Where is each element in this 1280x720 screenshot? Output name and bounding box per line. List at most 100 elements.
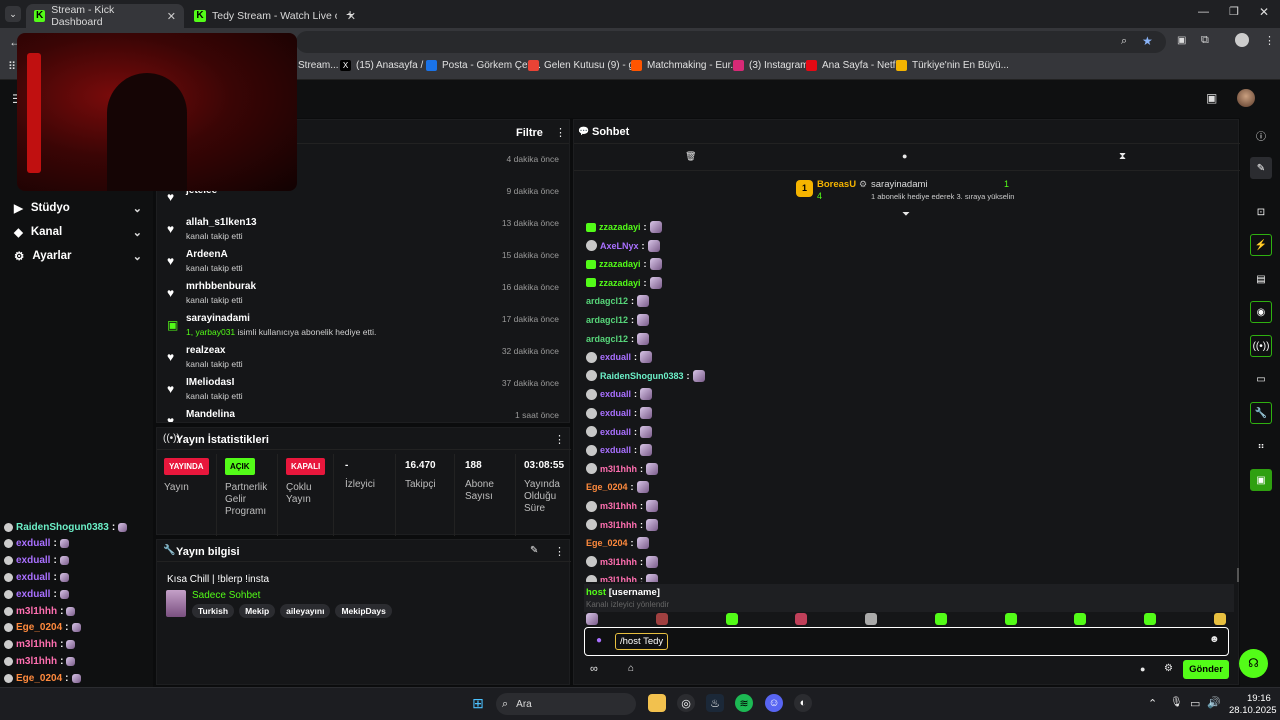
activity-item[interactable]: ♥ allah_s1lken13 kanalı takip etti 13 dakik… — [157, 213, 569, 245]
chat-bubble-icon[interactable]: ● — [902, 151, 907, 161]
lightning-icon[interactable]: ⚡ — [1250, 234, 1272, 256]
emote[interactable] — [934, 613, 947, 625]
chat-input-box[interactable]: ● /host Tedy ☻ — [584, 627, 1229, 656]
new-tab-button[interactable]: + — [346, 6, 354, 22]
volume-icon[interactable]: 🔊 — [1207, 696, 1221, 709]
activity-item[interactable]: ♥ mrhbbenburak kanalı takip etti 16 dakika … — [157, 277, 569, 309]
wrench-icon[interactable]: 🔧 — [1250, 402, 1272, 424]
layers-icon[interactable]: ▭ — [1250, 368, 1272, 390]
activity-item[interactable]: ♥ Mandelina 1 saat önce — [157, 405, 569, 422]
emote[interactable] — [1004, 613, 1017, 625]
star-icon[interactable]: ★ — [1142, 34, 1153, 48]
chrome-icon[interactable]: ◎ — [677, 694, 695, 712]
emote[interactable] — [637, 295, 650, 308]
emote[interactable] — [647, 239, 660, 252]
omnibox[interactable] — [296, 31, 1166, 53]
emote[interactable] — [640, 388, 653, 401]
info-icon[interactable]: ⓘ — [1250, 124, 1272, 146]
emote[interactable] — [637, 314, 650, 326]
emote[interactable] — [640, 425, 653, 438]
chat-username[interactable]: m3l1hhh — [600, 557, 637, 567]
sidebar-item-studio[interactable]: ▶ Stüdyo ⌄ — [14, 201, 142, 215]
stream-preview-icon[interactable]: ▣ — [1206, 91, 1217, 105]
chat-message[interactable]: m3l1hhh: — [586, 518, 659, 532]
chat-username[interactable]: m3l1hhh — [600, 464, 637, 474]
bot-icon[interactable]: ▣ — [1250, 469, 1272, 491]
emote[interactable] — [646, 462, 659, 475]
chat-message[interactable]: m3l1hhh: — [586, 573, 659, 582]
chat-message[interactable]: ardagcl12: — [586, 294, 650, 308]
tray-chevron-icon[interactable]: ⌃ — [1148, 697, 1157, 710]
bookmark-gmail[interactable]: Gelen Kutusu (9) - g... — [528, 60, 642, 71]
emote[interactable] — [655, 613, 668, 625]
chat-message[interactable]: exduall: — [586, 425, 653, 439]
chat-message[interactable]: exduall: — [586, 406, 653, 420]
chat-username[interactable]: ardagcl12 — [586, 296, 628, 306]
chat-icon[interactable]: ◉ — [1250, 301, 1272, 323]
emote[interactable] — [636, 537, 649, 550]
share-icon[interactable]: ⠶ — [1250, 435, 1272, 457]
document-icon[interactable]: ▤ — [1250, 268, 1272, 290]
bookmark-netflix[interactable]: Ana Sayfa - Netflix — [806, 60, 905, 71]
chat-username[interactable]: RaidenShogun0383 — [600, 371, 684, 381]
chat-username[interactable]: exduall — [600, 352, 631, 362]
sidebar-item-settings[interactable]: ⚙ Ayarlar ⌄ — [14, 249, 142, 263]
steam-icon[interactable]: ♨ — [706, 694, 724, 712]
chat-message[interactable]: AxeLNyx: — [586, 239, 660, 253]
tab-kick-dashboard[interactable]: K Stream - Kick Dashboard ✕ — [26, 4, 184, 28]
chat-username[interactable]: zzazadayi — [599, 259, 641, 269]
emote[interactable] — [649, 221, 662, 233]
spotify-icon[interactable]: ≋ — [735, 694, 753, 712]
command-suggestion[interactable]: host [username] Kanalı izleyici yönlendi… — [584, 584, 1234, 612]
chat-message[interactable]: zzazadayi: — [586, 276, 662, 290]
activity-item[interactable]: ♥ IMeliodasI kanalı takip etti 37 dakika ön… — [157, 373, 569, 405]
infinity-icon[interactable]: ∞ — [590, 663, 598, 675]
tag[interactable]: aileyayını — [280, 604, 331, 618]
category-link[interactable]: Sadece Sohbet — [192, 590, 260, 601]
emote[interactable] — [646, 574, 659, 582]
trash-icon[interactable]: 🗑 — [685, 151, 696, 162]
emote[interactable] — [692, 369, 705, 382]
clock-date[interactable]: 28.10.2025 — [1229, 705, 1277, 716]
chat-username[interactable]: zzazadayi — [599, 222, 641, 232]
menu-icon[interactable]: ⋮ — [1264, 34, 1275, 47]
emote[interactable] — [646, 518, 659, 531]
minimize-button[interactable]: — — [1198, 6, 1209, 18]
chat-message[interactable]: m3l1hhh: — [586, 462, 659, 476]
mic-tray-icon[interactable]: 🎙 — [1170, 697, 1183, 708]
tag[interactable]: Mekip — [239, 604, 276, 618]
chat-message[interactable]: exduall: — [586, 443, 653, 457]
emote[interactable] — [865, 613, 878, 625]
broadcast-icon[interactable]: ((•)) — [1250, 335, 1272, 357]
emoji-icon[interactable]: ☻ — [1209, 634, 1220, 645]
discord-icon[interactable]: ☺ — [765, 694, 783, 712]
tag[interactable]: Turkish — [192, 604, 235, 618]
bookmark-turkiye[interactable]: Türkiye'nin En Büyü... — [896, 60, 1009, 71]
chat-message[interactable]: zzazadayi: — [586, 257, 662, 271]
edit-icon[interactable]: ✎ — [530, 545, 538, 556]
more-icon[interactable]: ⋮ — [554, 545, 565, 558]
chat-username[interactable]: ardagcl12 — [586, 334, 628, 344]
chat-message[interactable]: m3l1hhh: — [586, 499, 659, 513]
chat-username[interactable]: exduall — [600, 408, 631, 418]
chat-username[interactable]: m3l1hhh — [600, 501, 637, 511]
chat-message[interactable]: exduall: — [586, 350, 653, 364]
send-button[interactable]: Gönder — [1183, 660, 1229, 679]
store-icon[interactable]: ⌂ — [628, 663, 634, 674]
tab-tedy-stream[interactable]: K Tedy Stream - Watch Live on Ki ✕ — [186, 4, 364, 28]
bookmark-posta[interactable]: Posta - Görkem Çeti... — [426, 60, 541, 71]
emote[interactable] — [640, 407, 653, 419]
tag[interactable]: MekipDays — [335, 604, 392, 618]
chat-username[interactable]: m3l1hhh — [600, 520, 637, 530]
chat-username[interactable]: exduall — [600, 427, 631, 437]
emote[interactable] — [586, 613, 598, 625]
bookmark-x[interactable]: X (15) Anasayfa / X — [340, 60, 433, 71]
emote[interactable] — [1074, 613, 1087, 625]
camera-icon[interactable]: ⊡ — [1250, 201, 1272, 223]
windows-start-icon[interactable]: ⊞ — [469, 694, 487, 712]
emote[interactable] — [640, 444, 653, 457]
taskbar-search[interactable]: ⌕ Ara — [496, 693, 636, 715]
extension-icon[interactable]: ▣ — [1177, 35, 1186, 46]
slow-mode-icon[interactable]: ⧗ — [1119, 151, 1126, 162]
app-icon[interactable]: ◐ — [794, 694, 812, 712]
